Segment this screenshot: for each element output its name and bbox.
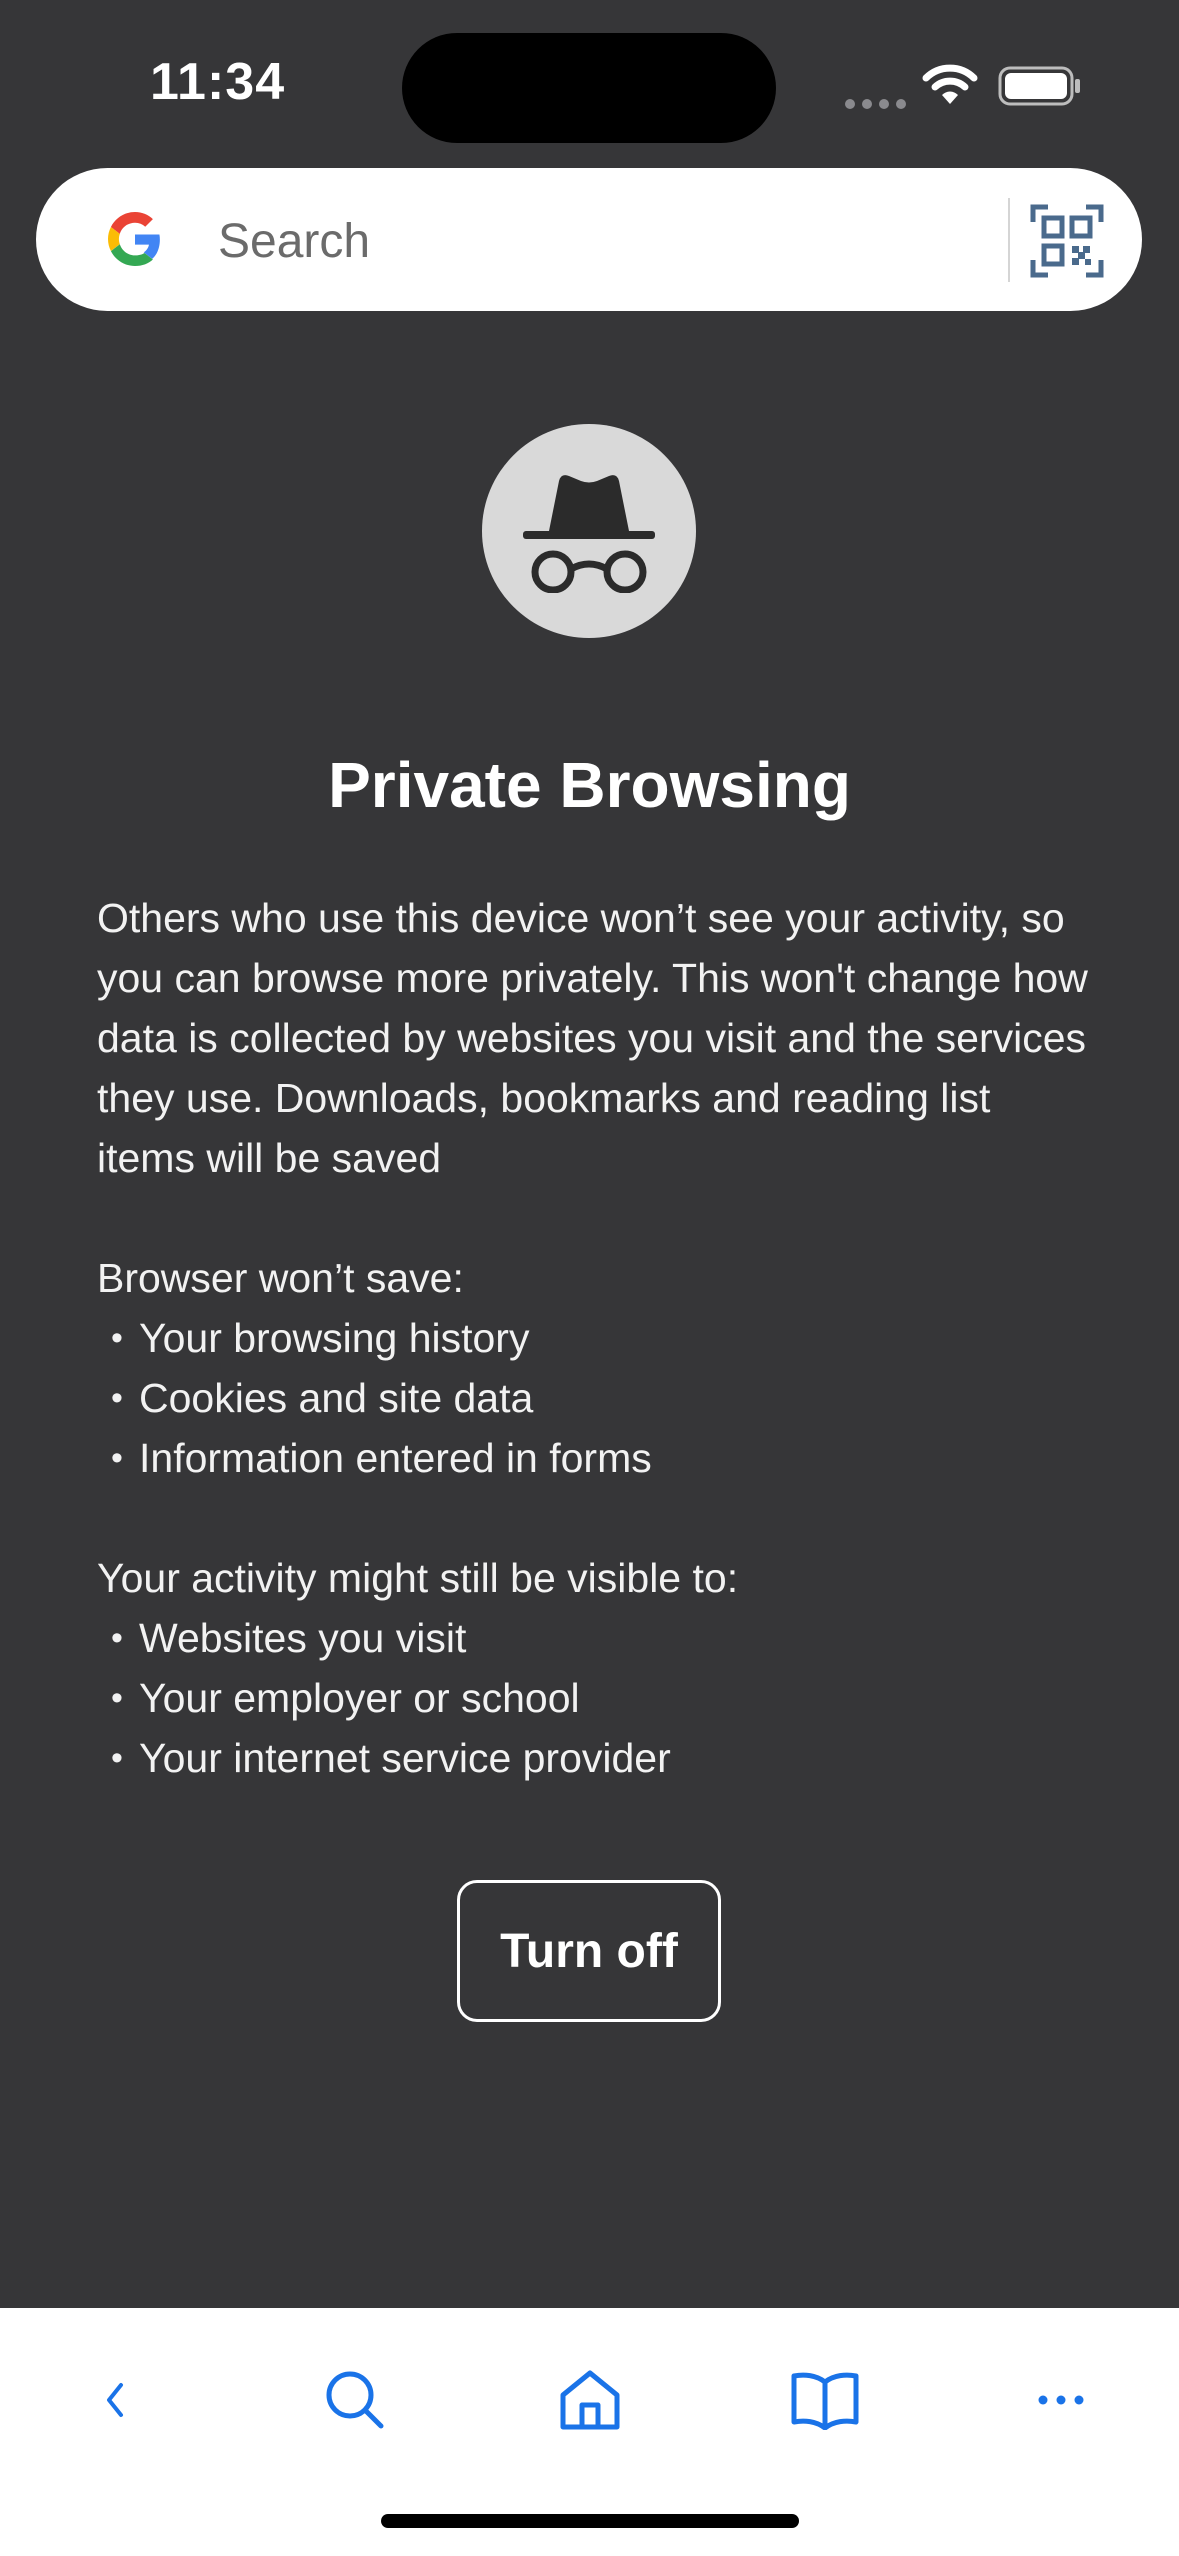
google-logo-icon — [108, 212, 162, 266]
back-icon[interactable] — [65, 2350, 165, 2450]
intro-text: Others who use this device won’t see you… — [97, 895, 1088, 1181]
turn-off-button[interactable]: Turn off — [457, 1880, 721, 2022]
search-icon[interactable] — [305, 2350, 405, 2450]
list-item: Cookies and site data — [97, 1368, 1097, 1428]
list-item: Your employer or school — [97, 1668, 1097, 1728]
visible-list: Websites you visit Your employer or scho… — [97, 1608, 1097, 1788]
private-browsing-description: Others who use this device won’t see you… — [97, 888, 1097, 1788]
dynamic-island — [402, 33, 776, 143]
search-bar[interactable] — [36, 168, 1142, 311]
list-item: Your internet service provider — [97, 1728, 1097, 1788]
wifi-icon — [922, 64, 978, 111]
home-icon[interactable] — [540, 2350, 640, 2450]
list-item: Websites you visit — [97, 1608, 1097, 1668]
page-title: Private Browsing — [328, 749, 851, 821]
search-input[interactable] — [216, 198, 1020, 284]
list-item: Your browsing history — [97, 1308, 1097, 1368]
more-icon[interactable] — [1011, 2350, 1111, 2450]
not-saved-list: Your browsing history Cookies and site d… — [97, 1308, 1097, 1488]
battery-icon — [998, 66, 1082, 111]
signal-dots-icon — [845, 96, 913, 114]
status-time: 11:34 — [150, 53, 286, 111]
not-saved-heading: Browser won’t save: — [97, 1255, 464, 1301]
visible-heading: Your activity might still be visible to: — [97, 1555, 739, 1601]
status-bar: 11:34 — [0, 0, 1179, 160]
qr-code-icon[interactable] — [1030, 204, 1104, 278]
incognito-icon — [482, 424, 696, 638]
list-item: Information entered in forms — [97, 1428, 1097, 1488]
home-indicator — [381, 2514, 799, 2528]
search-divider — [1008, 198, 1010, 282]
reading-list-icon[interactable] — [775, 2350, 875, 2450]
